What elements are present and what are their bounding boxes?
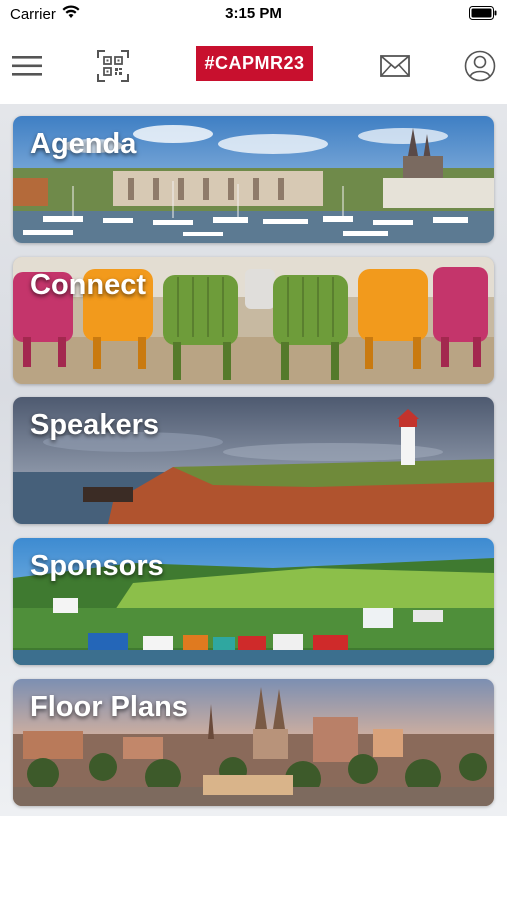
tile-label-sponsors: Sponsors (30, 550, 164, 582)
qr-scan-icon[interactable] (95, 48, 131, 84)
battery-icon (469, 6, 497, 24)
tile-label-floor-plans: Floor Plans (30, 691, 188, 723)
event-hashtag-logo: #CAPMR23 (196, 46, 313, 81)
tile-label-agenda: Agenda (30, 128, 137, 160)
nav-bar: #CAPMR23 (0, 28, 507, 104)
tile-speakers[interactable]: Speakers (13, 397, 494, 524)
tile-label-speakers: Speakers (30, 409, 159, 441)
status-time: 3:15 PM (225, 5, 282, 22)
envelope-icon[interactable] (377, 48, 413, 84)
tile-sponsors[interactable]: Sponsors (13, 538, 494, 665)
tile-agenda[interactable]: Agenda (13, 116, 494, 243)
hamburger-menu-icon[interactable] (9, 48, 45, 84)
home-content: Agenda Connect Speakers Sponsors Floor P… (0, 104, 507, 900)
status-bar: Carrier 3:15 PM (0, 0, 507, 28)
tile-connect[interactable]: Connect (13, 257, 494, 384)
tile-floor-plans[interactable]: Floor Plans (13, 679, 494, 806)
user-profile-icon[interactable] (462, 48, 498, 84)
tile-label-connect: Connect (30, 269, 146, 301)
